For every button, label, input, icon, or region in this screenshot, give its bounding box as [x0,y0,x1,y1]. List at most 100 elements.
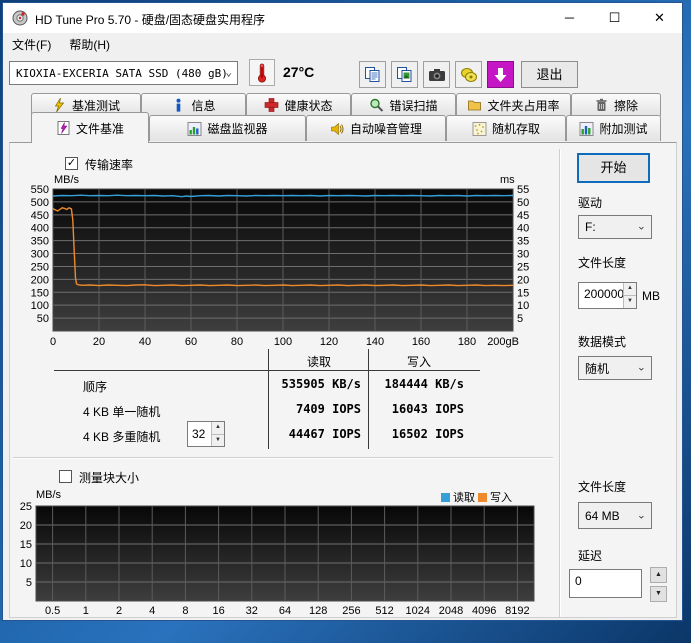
menu-help[interactable]: 帮助(H) [60,33,119,55]
tab-label: 信息 [191,97,215,114]
exit-button[interactable]: 退出 [521,61,578,88]
spin-down-icon[interactable]: ▼ [650,586,667,602]
table-col-read: 读取 [269,353,369,370]
tab-erase[interactable]: 擦除 [571,93,661,116]
transfer-rate-chart: 5505550050450454004035035300302502520020… [31,183,533,349]
copy-text-button[interactable] [359,61,386,88]
maximize-button[interactable]: ☐ [592,3,637,33]
tab-label: 健康状态 [284,97,332,114]
tab-folder-usage[interactable]: 文件夹占用率 [456,93,571,116]
tab-error-scan[interactable]: 错误扫描 [351,93,456,116]
desktop: { "window": { "title": "HD Tune Pro 5.70… [0,0,691,643]
start-button[interactable]: 开始 [577,153,650,183]
svg-text:10: 10 [517,300,529,312]
chevron-down-icon: ⌄ [637,219,646,232]
tab-info[interactable]: 信息 [141,93,246,116]
transfer-rate-checkbox[interactable]: ✓ [65,157,78,170]
sequential-write-value: 184444 KB/s [342,377,464,391]
drive-dropdown-value: F: [585,220,596,234]
copy-image-icon [396,66,413,83]
svg-text:350: 350 [31,236,49,248]
drive-select-value: KIOXIA-EXCERIA SATA SSD (480 gB) [16,67,228,80]
queue-depth-arrows[interactable]: ▲▼ [211,422,224,446]
drive-dropdown[interactable]: F: ⌄ [578,215,652,239]
block-size-checkbox[interactable] [59,470,72,483]
speaker-icon [330,122,345,136]
svg-text:16: 16 [212,605,224,617]
delay-stepper[interactable]: ▲ ▼ [650,567,667,602]
file-length-arrows[interactable]: ▲▼ [623,283,636,308]
download-results-button[interactable] [487,61,514,88]
svg-text:1: 1 [83,605,89,617]
menu-file[interactable]: 文件(F) [3,33,60,55]
data-mode-dropdown[interactable]: 随机 ⌄ [578,356,652,380]
tab-health[interactable]: 健康状态 [246,93,351,116]
svg-text:40: 40 [139,336,151,348]
minimize-button[interactable]: ─ [547,3,592,33]
close-button[interactable]: ✕ [637,3,682,33]
drive-label: 驱动 [578,194,602,211]
svg-text:55: 55 [517,184,529,196]
camera-icon [428,68,446,82]
tab-auto-acoustic[interactable]: 自动噪音管理 [306,115,446,141]
tab-label: 磁盘监视器 [207,120,267,137]
folder-icon [467,98,482,112]
svg-text:8192: 8192 [505,605,529,617]
row-sequential-label: 顺序 [83,378,107,395]
svg-text:30: 30 [517,249,529,261]
tab-file-benchmark-selected[interactable]: 文件基准 [31,112,149,143]
tab-random-access[interactable]: 随机存取 [446,115,566,141]
tab-label: 随机存取 [492,120,540,137]
delay-label: 延迟 [578,547,602,564]
table-col-write: 写入 [369,353,469,370]
svg-text:512: 512 [375,605,393,617]
save-icon [460,67,478,83]
svg-text:50: 50 [517,197,529,209]
svg-text:32: 32 [246,605,258,617]
spin-up-icon[interactable]: ▲ [650,567,667,583]
title-bar[interactable]: HD Tune Pro 5.70 - 硬盘/固态硬盘实用程序 ─ ☐ ✕ [3,3,682,33]
svg-text:0: 0 [50,336,56,348]
tab-label: 自动噪音管理 [350,120,422,137]
delay-input[interactable]: 0 [569,569,642,598]
magnifier-icon [369,98,384,112]
toolbar: KIOXIA-EXCERIA SATA SSD (480 gB) ⌄ [3,55,682,93]
data-mode-value: 随机 [585,360,609,377]
file-length2-dropdown[interactable]: 64 MB ⌄ [578,502,652,529]
copy-image-button[interactable] [391,61,418,88]
tab-extra-tests[interactable]: 附加测试 [566,115,661,141]
svg-text:0.5: 0.5 [45,605,60,617]
tab-label: 文件基准 [76,120,124,137]
drive-select[interactable]: KIOXIA-EXCERIA SATA SSD (480 gB) ⌄ [9,61,238,85]
svg-text:10: 10 [20,558,32,570]
svg-text:200: 200 [31,274,49,286]
tab-label: 擦除 [614,97,638,114]
spin-down-icon[interactable]: ▼ [212,435,224,447]
svg-text:100: 100 [31,300,49,312]
svg-text:256: 256 [342,605,360,617]
tab-disk-monitor[interactable]: 磁盘监视器 [149,115,306,141]
svg-text:35: 35 [517,236,529,248]
svg-text:20: 20 [20,520,32,532]
chevron-down-icon: ⌄ [637,508,646,521]
spin-down-icon[interactable]: ▼ [624,296,636,308]
queue-depth-value: 32 [192,427,205,441]
spin-up-icon[interactable]: ▲ [624,283,636,296]
block-size-chart: 2520151050.51248163264128256512102420484… [11,499,553,619]
svg-text:300: 300 [31,249,49,261]
save-button[interactable] [455,61,482,88]
file-length-value: 200000 [584,287,624,301]
temperature-button[interactable] [249,59,275,86]
screenshot-button[interactable] [423,61,450,88]
svg-text:20: 20 [93,336,105,348]
queue-depth-stepper[interactable]: 32 ▲▼ [187,421,225,447]
svg-text:64: 64 [279,605,291,617]
svg-text:80: 80 [231,336,243,348]
spin-up-icon[interactable]: ▲ [212,422,224,435]
row-4k-single-label: 4 KB 单一随机 [83,403,160,420]
file-benchmark-icon [56,121,71,135]
file-length-input[interactable]: 200000 ▲▼ [578,282,637,309]
extra-tests-icon [579,122,594,136]
svg-text:4: 4 [149,605,155,617]
svg-text:2: 2 [116,605,122,617]
